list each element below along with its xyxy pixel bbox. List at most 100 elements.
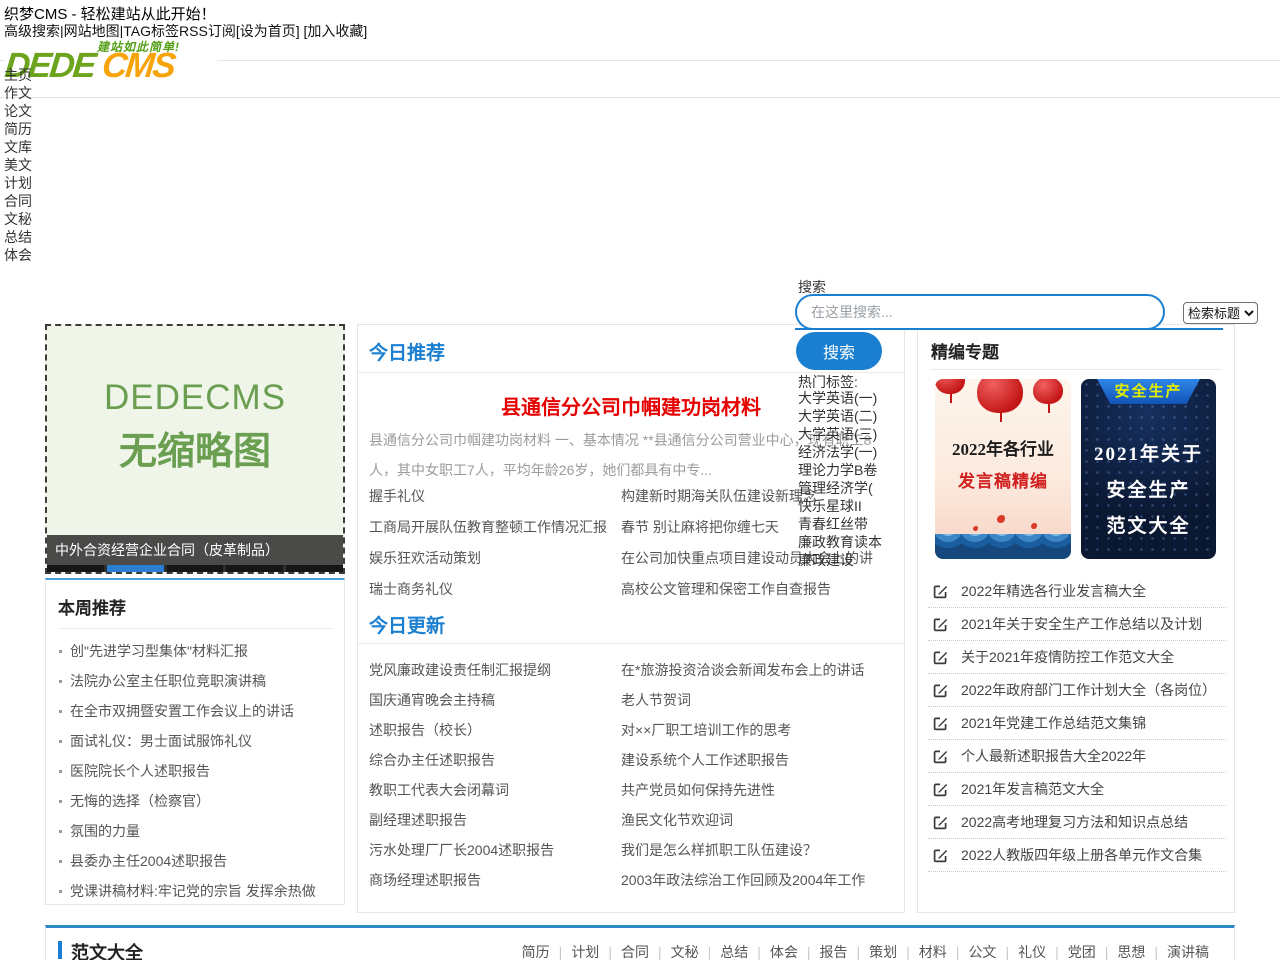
nav-item[interactable]: 体会	[4, 246, 32, 264]
pager-segment[interactable]	[167, 565, 227, 572]
footer-category-link[interactable]: 公文	[968, 944, 996, 960]
updates-links-left: 党风廉政建设责任制汇报提纲国庆通宵晚会主持稿述职报告（校长）综合办主任述职报告教…	[369, 655, 621, 895]
topic-link[interactable]: 2021年党建工作总结范文集锦	[928, 707, 1226, 740]
article-link[interactable]: 党课讲稿材料:牢记党的宗旨 发挥余热做	[58, 876, 342, 906]
article-link[interactable]: 创"先进学习型集体"材料汇报	[58, 636, 342, 666]
footer-category-link[interactable]: 体会	[770, 944, 798, 960]
slideshow-caption[interactable]: 中外合资经营企业合同（皮革制品）	[47, 535, 343, 565]
article-link[interactable]: 在*旅游投资洽谈会新闻发布会上的讲话	[621, 655, 873, 685]
article-link[interactable]: 2003年政法综治工作回顾及2004年工作	[621, 865, 873, 895]
topbar-link[interactable]: 高级搜索	[4, 23, 60, 39]
topic-banner-speeches-2022[interactable]: 2022年各行业 发言稿精编	[935, 379, 1071, 559]
article-link[interactable]: 医院院长个人述职报告	[58, 756, 342, 786]
footer-category-link[interactable]: 材料	[919, 944, 947, 960]
article-link[interactable]: 高校公文管理和保密工作自查报告	[621, 574, 873, 605]
article-link[interactable]: 老人节贺词	[621, 685, 873, 715]
topic-link[interactable]: 2022年精选各行业发言稿大全	[928, 575, 1226, 608]
article-link[interactable]: 县委办主任2004述职报告	[58, 846, 342, 876]
hot-tag-link[interactable]: 廉政教育读本	[798, 533, 882, 551]
search-button[interactable]: 搜索	[796, 332, 882, 370]
pager-segment[interactable]	[47, 565, 107, 572]
topic-link[interactable]: 个人最新述职报告大全2022年	[928, 740, 1226, 773]
hot-tag-link[interactable]: 快乐星球II	[798, 497, 882, 515]
footer-category-link[interactable]: 合同	[621, 944, 649, 960]
topbar-link[interactable]: 网站地图	[64, 23, 120, 39]
footer-category-link[interactable]: 总结	[720, 944, 748, 960]
slideshow-pager[interactable]	[47, 565, 343, 572]
topic-link[interactable]: 2022高考地理复习方法和知识点总结	[928, 806, 1226, 839]
topbar-link[interactable]: [设为首页]	[236, 23, 304, 39]
article-link[interactable]: 综合办主任述职报告	[369, 745, 621, 775]
article-link[interactable]: 我们是怎么样抓职工队伍建设？	[621, 835, 873, 865]
article-link[interactable]: 共产党员如何保持先进性	[621, 775, 873, 805]
divider	[930, 369, 1222, 370]
pager-segment[interactable]	[286, 565, 343, 572]
footer-category-link[interactable]: 礼仪	[1018, 944, 1046, 960]
topbar-link[interactable]: TAG标签	[123, 23, 179, 39]
article-link[interactable]: 商场经理述职报告	[369, 865, 621, 895]
article-link[interactable]: 氛围的力量	[58, 816, 342, 846]
topbar-link[interactable]: [加入收藏]	[304, 23, 368, 39]
nav-item[interactable]: 文秘	[4, 210, 32, 228]
edit-icon	[933, 650, 948, 665]
article-link[interactable]: 对××厂职工培训工作的思考	[621, 715, 873, 745]
hot-tag-link[interactable]: 大学英语(二)	[798, 407, 882, 425]
footer-category-link[interactable]: 演讲稿	[1167, 944, 1209, 960]
article-link[interactable]: 握手礼仪	[369, 481, 621, 512]
article-link[interactable]: 污水处理厂厂长2004述职报告	[369, 835, 621, 865]
search-type-select[interactable]: 检索标题	[1183, 302, 1258, 324]
nav-item[interactable]: 文库	[4, 138, 32, 156]
hot-tag-link[interactable]: 理论力学B卷	[798, 461, 882, 479]
footer-category-link[interactable]: 党团	[1068, 944, 1096, 960]
topbar-link[interactable]: RSS订阅	[179, 23, 236, 39]
article-link[interactable]: 娱乐狂欢活动策划	[369, 543, 621, 574]
nav-item[interactable]: 计划	[4, 174, 32, 192]
topic-banner-safety-2021[interactable]: 安全生产 2021年关于 安全生产 范文大全	[1081, 379, 1216, 559]
nav-item[interactable]: 合同	[4, 192, 32, 210]
article-link[interactable]: 法院办公室主任职位竞职演讲稿	[58, 666, 342, 696]
topic-link[interactable]: 2021年发言稿范文大全	[928, 773, 1226, 806]
petal-icon	[973, 526, 978, 531]
bullet-icon	[59, 860, 62, 863]
pager-segment[interactable]	[226, 565, 286, 572]
slideshow[interactable]: DEDECMS 无缩略图 中外合资经营企业合同（皮革制品）	[45, 324, 345, 574]
hot-tag-link[interactable]: 廉政建设	[798, 551, 882, 569]
search-input[interactable]	[795, 294, 1165, 330]
hot-tag-link[interactable]: 经济法学(一)	[798, 443, 882, 461]
article-link[interactable]: 党风廉政建设责任制汇报提纲	[369, 655, 621, 685]
nav-item[interactable]: 论文	[4, 102, 32, 120]
article-link[interactable]: 教职工代表大会闭幕词	[369, 775, 621, 805]
bullet-icon	[59, 650, 62, 653]
article-link[interactable]: 建设系统个人工作述职报告	[621, 745, 873, 775]
article-link[interactable]: 述职报告（校长）	[369, 715, 621, 745]
article-link[interactable]: 面试礼仪：男士面试服饰礼仪	[58, 726, 342, 756]
topic-link[interactable]: 2022人教版四年级上册各单元作文合集	[928, 839, 1226, 872]
article-link[interactable]: 工商局开展队伍教育整顿工作情况汇报	[369, 512, 621, 543]
hot-tag-link[interactable]: 大学英语(三)	[798, 425, 882, 443]
topic-link[interactable]: 2022年政府部门工作计划大全（各岗位）	[928, 674, 1226, 707]
article-link[interactable]: 国庆通宵晚会主持稿	[369, 685, 621, 715]
article-link[interactable]: 无悔的选择（检察官）	[58, 786, 342, 816]
hot-tag-link[interactable]: 管理经济学(	[798, 479, 882, 497]
nav-item[interactable]: 简历	[4, 120, 32, 138]
site-logo[interactable]: 建站如此简单! DEDECMS	[5, 38, 217, 91]
nav-item[interactable]: 主页	[4, 66, 32, 84]
pager-segment[interactable]	[107, 565, 167, 572]
footer-category-link[interactable]: 简历	[522, 944, 550, 960]
article-link[interactable]: 渔民文化节欢迎词	[621, 805, 873, 835]
footer-category-link[interactable]: 计划	[571, 944, 599, 960]
topic-link[interactable]: 2021年关于安全生产工作总结以及计划	[928, 608, 1226, 641]
hot-tag-link[interactable]: 青春红丝带	[798, 515, 882, 533]
footer-category-link[interactable]: 报告	[820, 944, 848, 960]
nav-item[interactable]: 总结	[4, 228, 32, 246]
hot-tag-link[interactable]: 大学英语(一)	[798, 389, 882, 407]
footer-category-link[interactable]: 策划	[869, 944, 897, 960]
article-link[interactable]: 在全市双拥暨安置工作会议上的讲话	[58, 696, 342, 726]
topic-link[interactable]: 关于2021年疫情防控工作范文大全	[928, 641, 1226, 674]
footer-category-link[interactable]: 文秘	[671, 944, 699, 960]
nav-item[interactable]: 作文	[4, 84, 32, 102]
footer-category-link[interactable]: 思想	[1117, 944, 1145, 960]
article-link[interactable]: 副经理述职报告	[369, 805, 621, 835]
nav-item[interactable]: 美文	[4, 156, 32, 174]
article-link[interactable]: 瑞士商务礼仪	[369, 574, 621, 605]
